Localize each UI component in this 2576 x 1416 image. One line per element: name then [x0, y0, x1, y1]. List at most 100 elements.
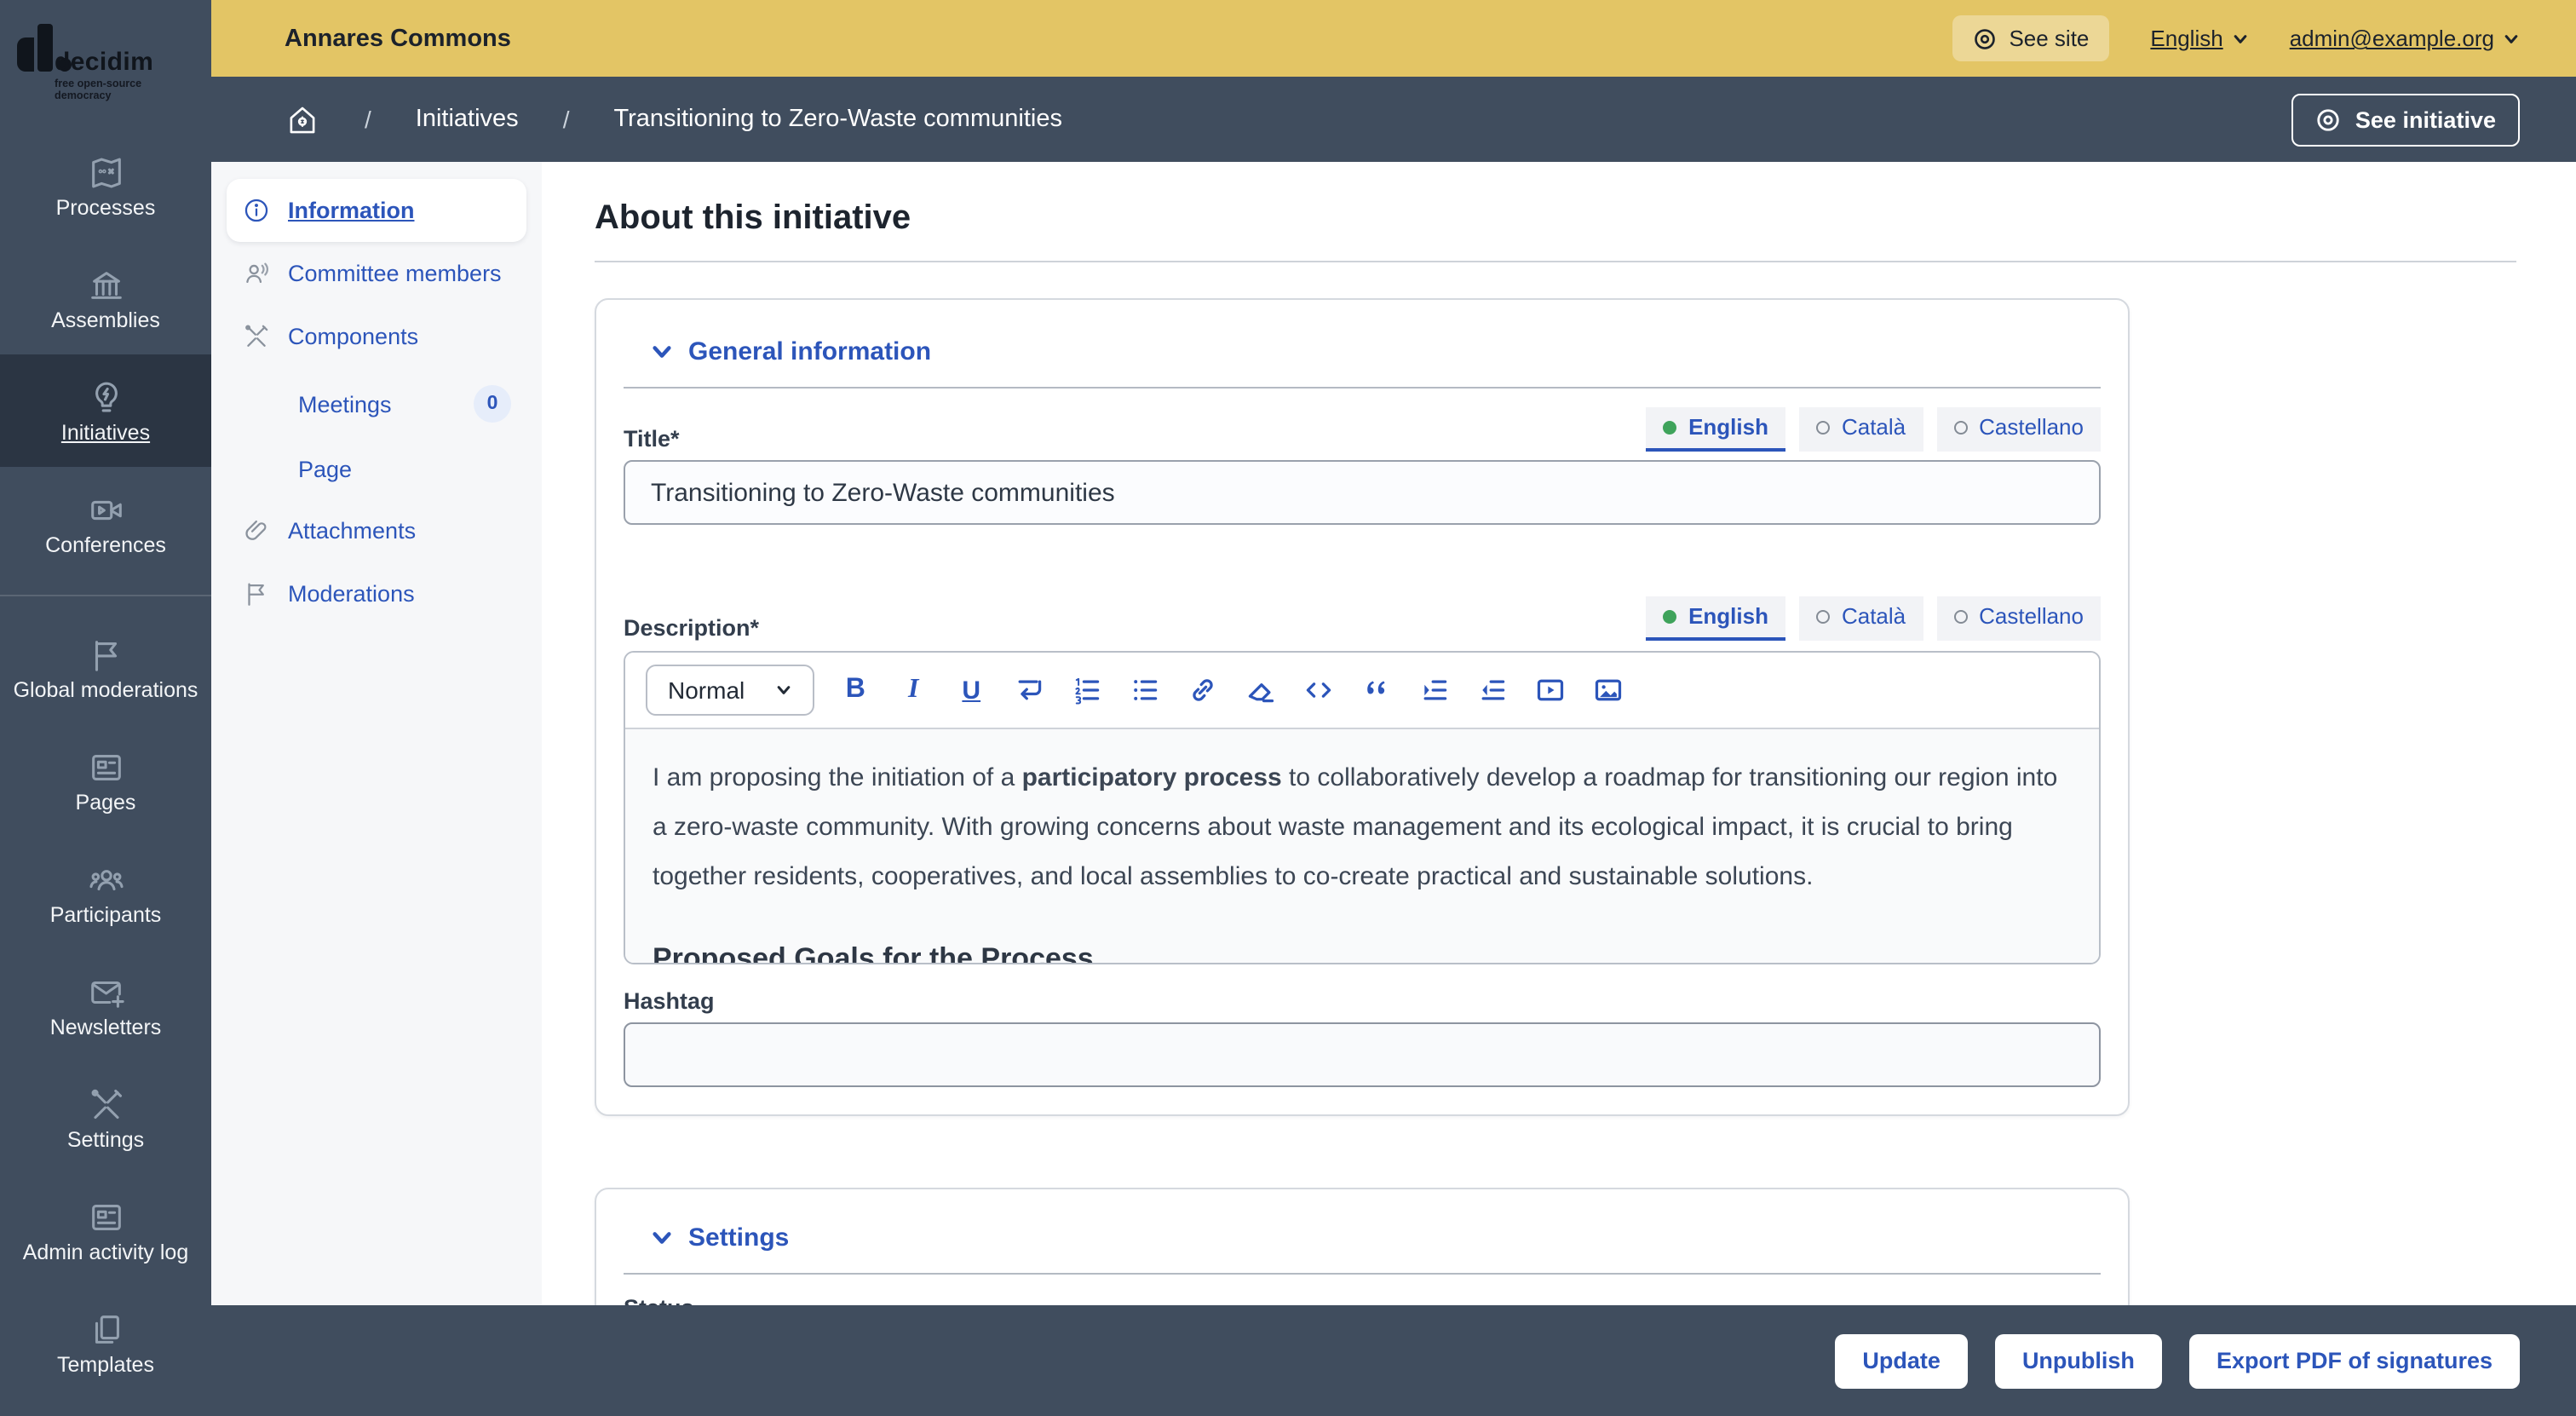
sidebar-item-label: Assemblies	[48, 309, 164, 331]
activity-log-icon	[86, 1197, 125, 1236]
sidebar-item-admin-activity-log[interactable]: Admin activity log	[0, 1174, 211, 1286]
subnav-item-page[interactable]: Page	[227, 440, 526, 499]
indent-increase-button[interactable]	[1417, 673, 1452, 707]
sidebar-item-global-moderations[interactable]: Global moderations	[0, 612, 211, 724]
language-tab-catala[interactable]: Català	[1799, 596, 1923, 641]
video-icon	[1535, 675, 1566, 705]
update-button[interactable]: Update	[1835, 1333, 1968, 1388]
untranslated-dot-icon	[1953, 609, 1967, 623]
top-bar: Annares Commons See site English admin@e…	[211, 0, 2576, 77]
line-break-icon	[1014, 675, 1044, 705]
sidebar-item-label: Global moderations	[10, 679, 202, 701]
description-field-label: Description*	[624, 615, 759, 641]
italic-button[interactable]: I	[896, 673, 930, 707]
description-language-tabs: English Català Castellano	[1646, 596, 2101, 641]
sidebar-item-participants[interactable]: Participants	[0, 837, 211, 949]
sidebar-item-settings[interactable]: Settings	[0, 1062, 211, 1174]
paperclip-icon	[242, 516, 271, 545]
language-tab-castellano[interactable]: Castellano	[1936, 407, 2101, 452]
initiative-subnav: Information Committee members Components…	[211, 162, 542, 1305]
unpublish-button[interactable]: Unpublish	[1995, 1333, 2162, 1388]
copy-icon	[86, 1310, 125, 1349]
sidebar-item-label: Pages	[72, 791, 140, 814]
unordered-list-button[interactable]	[1128, 673, 1162, 707]
settings-card: Settings Status	[595, 1188, 2130, 1305]
organization-name: Annares Commons	[285, 25, 511, 52]
hashtag-input[interactable]	[624, 1022, 2101, 1087]
see-site-button[interactable]: See site	[1952, 15, 2109, 61]
tools-icon	[242, 322, 271, 351]
code-icon	[1303, 675, 1334, 705]
language-tab-catala[interactable]: Català	[1799, 407, 1923, 452]
section-divider	[624, 387, 2101, 389]
clear-format-button[interactable]	[1244, 673, 1278, 707]
indent-decrease-button[interactable]	[1475, 673, 1509, 707]
sidebar-item-newsletters[interactable]: Newsletters	[0, 949, 211, 1062]
sidebar-item-label: Newsletters	[47, 1016, 165, 1039]
breadcrumb-separator: /	[365, 106, 371, 133]
topbar-actions: See site English admin@example.org	[1952, 15, 2520, 61]
subnav-item-information[interactable]: Information	[227, 179, 526, 242]
sidebar-item-pages[interactable]: Pages	[0, 724, 211, 837]
sidebar-item-label: Admin activity log	[20, 1241, 193, 1263]
export-pdf-signatures-button[interactable]: Export PDF of signatures	[2189, 1333, 2520, 1388]
line-break-button[interactable]	[1012, 673, 1046, 707]
language-tab-castellano[interactable]: Castellano	[1936, 596, 2101, 641]
title-input[interactable]	[624, 460, 2101, 525]
account-menu[interactable]: admin@example.org	[2290, 26, 2520, 51]
sidebar-item-label: Templates	[54, 1354, 158, 1376]
section-title: General information	[688, 337, 931, 366]
see-site-label: See site	[2009, 26, 2089, 51]
chevron-down-icon	[2503, 30, 2520, 47]
sidebar-item-label: Conferences	[42, 534, 170, 556]
chevron-down-icon	[775, 682, 792, 699]
main-sidebar: decidim free open-source democracy Proce…	[0, 0, 211, 1416]
subnav-item-attachments[interactable]: Attachments	[227, 499, 526, 562]
video-embed-button[interactable]	[1533, 673, 1567, 707]
code-button[interactable]	[1302, 673, 1336, 707]
underline-button[interactable]: U	[954, 673, 988, 707]
settings-toggle[interactable]: Settings	[624, 1223, 2101, 1252]
language-tab-label: Català	[1842, 414, 1906, 440]
rich-text-editor: Normal B I U	[624, 651, 2101, 964]
subnav-item-label: Moderations	[288, 581, 415, 607]
language-menu[interactable]: English	[2150, 26, 2248, 51]
ordered-list-icon	[1072, 675, 1102, 705]
sidebar-divider	[0, 595, 211, 596]
subnav-item-meetings[interactable]: Meetings 0	[227, 368, 526, 440]
description-field-row: Description* English Català Castellano	[624, 596, 2101, 641]
general-information-card: General information Title* English Catal…	[595, 298, 2130, 1116]
breadcrumb-current[interactable]: Transitioning to Zero-Waste communities	[613, 106, 1062, 133]
subnav-item-committee-members[interactable]: Committee members	[227, 242, 526, 305]
sidebar-item-initiatives[interactable]: Initiatives	[0, 354, 211, 467]
format-select[interactable]: Normal	[646, 665, 814, 716]
sidebar-item-assemblies[interactable]: Assemblies	[0, 242, 211, 354]
account-label: admin@example.org	[2290, 26, 2494, 51]
image-button[interactable]	[1591, 673, 1625, 707]
sidebar-item-processes[interactable]: Processes	[0, 130, 211, 242]
bold-button[interactable]: B	[838, 673, 872, 707]
blockquote-button[interactable]	[1360, 673, 1394, 707]
editor-content[interactable]: I am proposing the initiation of a parti…	[625, 729, 2099, 963]
subnav-item-moderations[interactable]: Moderations	[227, 562, 526, 625]
home-icon[interactable]	[285, 101, 320, 137]
map-icon	[86, 153, 125, 192]
editor-toolbar: Normal B I U	[625, 653, 2099, 729]
language-tab-english[interactable]: English	[1646, 596, 1785, 641]
ordered-list-button[interactable]	[1070, 673, 1104, 707]
language-tab-label: Castellano	[1979, 414, 2084, 440]
sidebar-item-templates[interactable]: Templates	[0, 1286, 211, 1399]
language-tab-english[interactable]: English	[1646, 407, 1785, 452]
see-initiative-button[interactable]: See initiative	[2292, 93, 2520, 146]
subnav-item-label: Meetings	[298, 391, 392, 417]
main-content: About this initiative General informatio…	[542, 162, 2576, 1305]
general-information-toggle[interactable]: General information	[624, 337, 2101, 366]
language-tab-label: Català	[1842, 603, 1906, 629]
logo-shape	[17, 37, 34, 72]
breadcrumb-initiatives-link[interactable]: Initiatives	[416, 106, 519, 133]
title-field-label: Title*	[624, 426, 680, 452]
sidebar-item-conferences[interactable]: Conferences	[0, 467, 211, 579]
link-button[interactable]	[1186, 673, 1220, 707]
decidim-logo[interactable]: decidim free open-source democracy	[14, 20, 201, 102]
subnav-item-components[interactable]: Components	[227, 305, 526, 368]
